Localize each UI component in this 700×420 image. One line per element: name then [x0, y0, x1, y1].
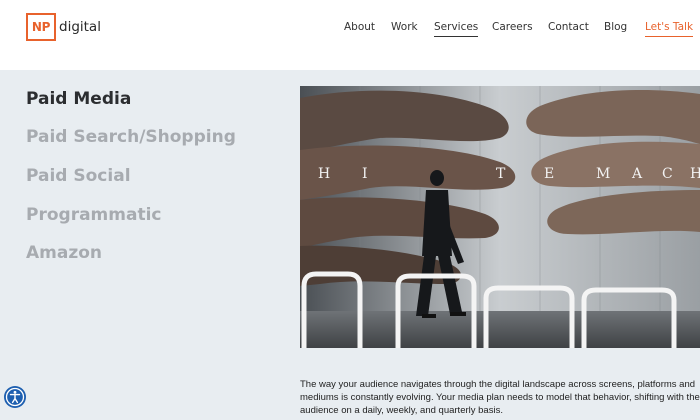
- svg-text:H: H: [318, 166, 332, 182]
- sidebar-item-paid-search-shopping[interactable]: Paid Search/Shopping: [26, 127, 236, 147]
- nav-careers[interactable]: Careers: [492, 21, 533, 33]
- sidebar-item-amazon[interactable]: Amazon: [26, 243, 102, 263]
- hero-photo: HI TE MA CH: [300, 86, 700, 348]
- paid-media-description: The way your audience navigates through …: [300, 379, 700, 416]
- site-header: NP digital About Work Services Careers C…: [0, 0, 700, 70]
- nav-services[interactable]: Services: [434, 21, 479, 37]
- nav-blog[interactable]: Blog: [604, 21, 627, 33]
- svg-text:M: M: [596, 166, 612, 182]
- accessibility-icon: [5, 387, 25, 407]
- svg-text:E: E: [544, 166, 556, 182]
- svg-text:H: H: [690, 166, 700, 182]
- main-nav: About Work Services Careers Contact Blog…: [0, 21, 700, 37]
- svg-text:A: A: [631, 166, 644, 182]
- svg-text:C: C: [662, 166, 675, 182]
- sidebar-item-paid-media[interactable]: Paid Media: [26, 89, 131, 109]
- sidebar-item-paid-social[interactable]: Paid Social: [26, 166, 131, 186]
- nav-about[interactable]: About: [344, 21, 375, 33]
- nav-contact[interactable]: Contact: [548, 21, 589, 33]
- sidebar-item-programmatic[interactable]: Programmatic: [26, 205, 161, 225]
- svg-text:I: I: [362, 166, 370, 182]
- lets-talk-button[interactable]: Let's Talk: [645, 21, 694, 37]
- nav-work[interactable]: Work: [391, 21, 418, 33]
- svg-text:T: T: [496, 166, 507, 182]
- accessibility-button[interactable]: [4, 386, 26, 408]
- hero-photo-illustration: HI TE MA CH: [300, 86, 700, 348]
